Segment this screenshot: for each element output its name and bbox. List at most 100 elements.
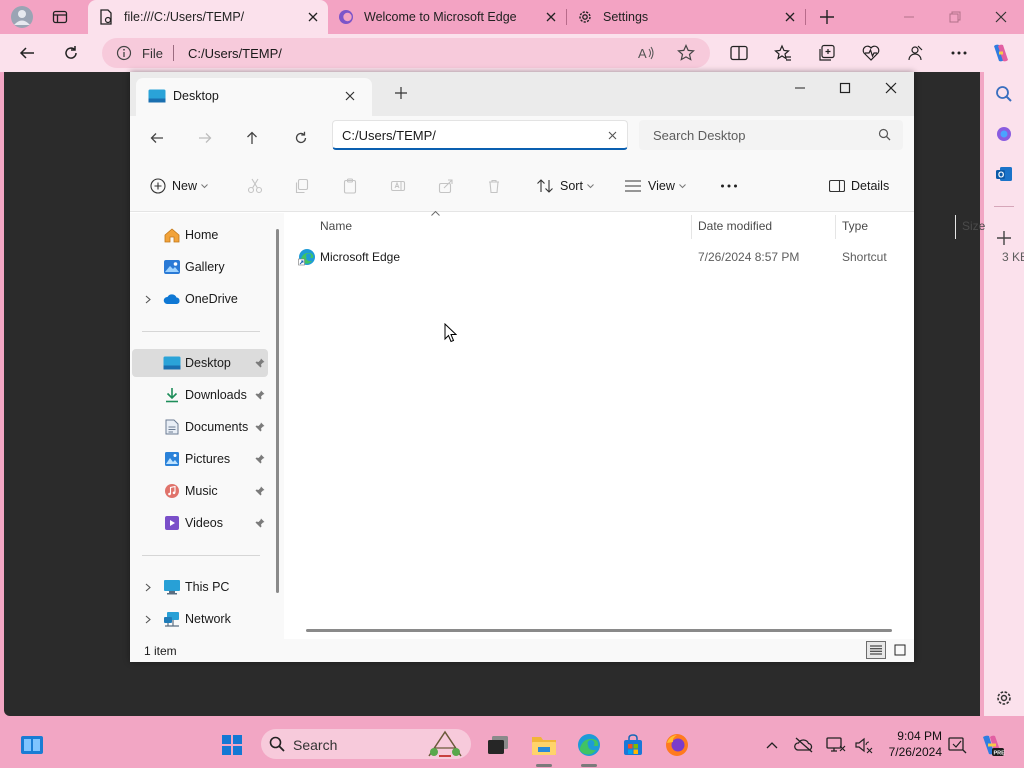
explorer-maximize-button[interactable] [830,76,860,100]
pin-icon[interactable] [254,389,266,401]
minimize-button[interactable] [894,4,924,30]
widgets-icon[interactable] [18,731,46,759]
sidebar-settings-icon[interactable] [992,686,1016,710]
nav-item-documents[interactable]: Documents [132,413,268,441]
favorite-star-icon[interactable] [676,44,696,62]
nav-item-this-pc[interactable]: This PC [132,573,268,601]
cut-button[interactable] [247,176,263,196]
pin-icon[interactable] [254,517,266,529]
close-window-button[interactable] [986,4,1016,30]
file-explorer-taskbar-icon[interactable] [530,731,558,759]
read-aloud-icon[interactable]: A [637,44,657,62]
nav-item-videos[interactable]: Videos [132,509,268,537]
pin-icon[interactable] [254,357,266,369]
paste-button[interactable] [342,176,358,196]
onedrive-offline-icon[interactable] [790,731,818,759]
explorer-search-input[interactable]: Search Desktop [639,120,903,150]
address-bar[interactable]: File C:/Users/TEMP/ A [102,38,710,68]
details-view-button[interactable] [866,641,886,659]
copilot-sidebar-icon[interactable] [992,122,1016,146]
explorer-address-input[interactable]: C:/Users/TEMP/ [332,120,628,150]
nav-item-gallery[interactable]: Gallery [132,253,268,281]
column-header-name[interactable]: Name [320,219,352,233]
column-divider[interactable] [955,215,956,239]
new-tab-button[interactable] [815,6,839,28]
see-more-button[interactable] [720,176,738,196]
back-button[interactable] [14,41,40,65]
nav-item-home[interactable]: Home [132,221,268,249]
explorer-minimize-button[interactable] [785,76,815,100]
large-icons-view-button[interactable] [890,641,910,659]
pin-icon[interactable] [254,453,266,465]
info-icon[interactable] [116,45,132,61]
split-screen-icon[interactable] [726,41,752,65]
close-icon[interactable] [783,10,797,24]
volume-muted-icon[interactable] [850,731,878,759]
nav-item-network[interactable]: Network [132,605,268,633]
nav-item-desktop[interactable]: Desktop [132,349,268,377]
close-icon[interactable] [342,88,358,104]
nav-item-onedrive[interactable]: OneDrive [132,285,268,313]
clock[interactable]: 9:04 PM 7/26/2024 [886,728,942,760]
chevron-right-icon[interactable] [143,582,153,592]
column-divider[interactable] [691,215,692,239]
delete-button[interactable] [486,176,502,196]
browser-tab-settings[interactable]: Settings [567,0,805,34]
network-status-icon[interactable] [822,731,850,759]
explorer-back-button[interactable] [144,126,170,150]
restore-button[interactable] [940,4,970,30]
share-button[interactable] [438,176,454,196]
task-view-icon[interactable] [484,731,512,759]
search-icon[interactable] [992,82,1016,106]
nav-item-pictures[interactable]: Pictures [132,445,268,473]
explorer-close-button[interactable] [876,76,906,100]
firefox-icon[interactable] [663,731,691,759]
view-button[interactable]: View [624,176,686,196]
new-explorer-tab-button[interactable] [392,84,410,102]
browser-tab-file[interactable]: file:///C:/Users/TEMP/ [88,0,328,34]
column-header-date[interactable]: Date modified [698,219,772,233]
pin-icon[interactable] [254,421,266,433]
column-header-size[interactable]: Size [962,219,985,233]
tab-actions-icon[interactable] [48,7,72,27]
sort-button[interactable]: Sort [536,176,594,196]
nav-item-downloads[interactable]: Downloads [132,381,268,409]
copy-button[interactable] [294,176,310,196]
refresh-button[interactable] [58,41,84,65]
rename-button[interactable] [390,176,406,196]
start-button-icon[interactable] [218,731,246,759]
explorer-up-button[interactable] [239,126,265,150]
profile-avatar-icon[interactable] [9,5,35,29]
outlook-icon[interactable]: O [992,162,1016,186]
browser-tab-welcome[interactable]: Welcome to Microsoft Edge [328,0,566,34]
close-icon[interactable] [544,10,558,24]
performance-icon[interactable] [858,41,884,65]
new-button[interactable]: New [150,176,208,196]
column-divider[interactable] [835,215,836,239]
chevron-right-icon[interactable] [143,294,153,304]
notification-icon[interactable] [944,731,972,759]
extensions-icon[interactable] [902,41,928,65]
explorer-refresh-button[interactable] [288,126,314,150]
explorer-forward-button[interactable] [192,126,218,150]
close-icon[interactable] [306,10,320,24]
pin-icon[interactable] [254,485,266,497]
copilot-preview-icon[interactable]: PRE [978,731,1006,759]
nav-scrollbar[interactable] [276,229,279,593]
clear-address-icon[interactable] [605,128,619,142]
microsoft-store-icon[interactable] [619,731,647,759]
more-options-icon[interactable] [946,41,972,65]
column-header-type[interactable]: Type [842,219,868,233]
explorer-tab-desktop[interactable]: Desktop [136,78,372,116]
details-pane-button[interactable]: Details [829,176,889,196]
collections-icon[interactable] [814,41,840,65]
edge-taskbar-icon[interactable] [575,731,603,759]
nav-item-music[interactable]: Music [132,477,268,505]
copilot-icon[interactable] [988,41,1014,65]
file-row[interactable]: Microsoft Edge 7/26/2024 8:57 PM Shortcu… [298,245,1024,269]
horizontal-scrollbar[interactable] [306,629,892,632]
chevron-right-icon[interactable] [143,614,153,624]
favorites-icon[interactable] [770,41,796,65]
chevron-up-icon[interactable] [758,731,786,759]
url-text[interactable]: C:/Users/TEMP/ [188,46,282,61]
